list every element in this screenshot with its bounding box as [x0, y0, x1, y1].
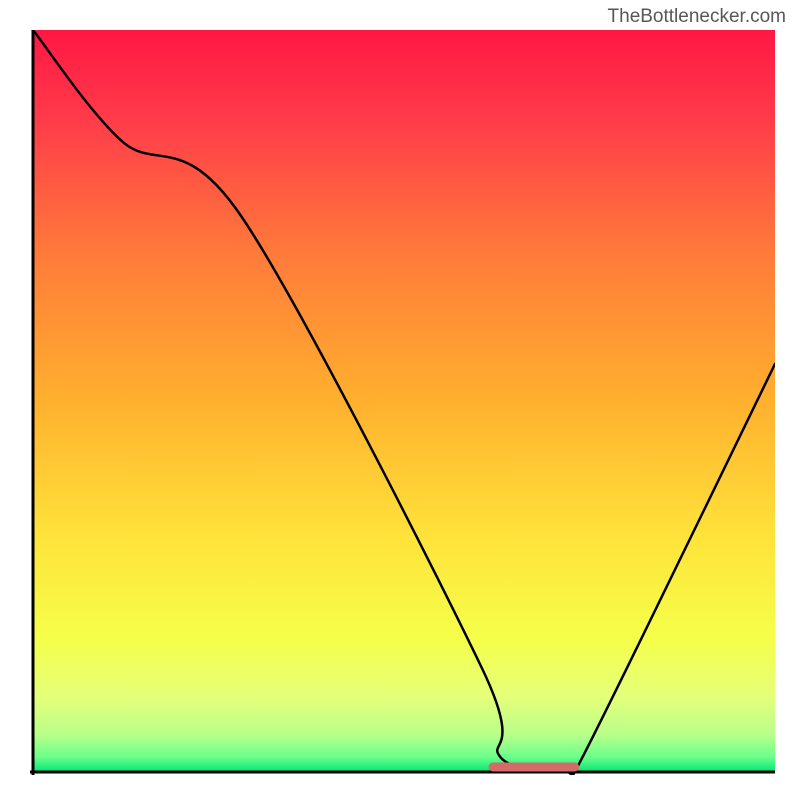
chart-background: [33, 30, 775, 772]
chart-container: [30, 30, 775, 775]
bottleneck-chart: [30, 30, 775, 775]
watermark-label: TheBottlenecker.com: [608, 6, 786, 28]
